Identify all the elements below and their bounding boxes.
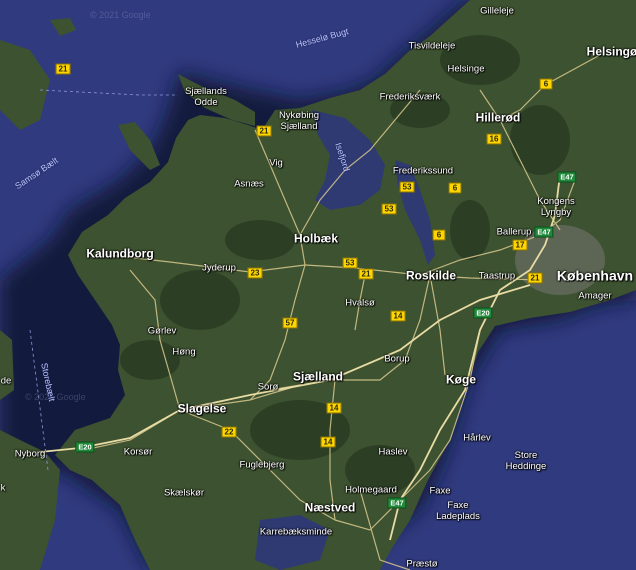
route-shield-21: 21 — [256, 125, 272, 137]
place-koge[interactable]: Køge — [446, 373, 476, 387]
place-faxe[interactable]: Faxe — [429, 486, 450, 497]
eroute-shield-e47: E47 — [557, 171, 577, 183]
route-shield-6: 6 — [448, 182, 462, 194]
land-left-strip — [0, 330, 14, 400]
place-fuglebjerg[interactable]: Fuglebjerg — [240, 460, 285, 471]
place-nyborg[interactable]: Nyborg — [15, 449, 46, 460]
place-hillerod[interactable]: Hillerød — [476, 111, 521, 125]
eroute-shield-e20: E20 — [75, 441, 95, 453]
map-view[interactable]: © 2021 Google © 2021 Google Hesselø Bugt… — [0, 0, 636, 570]
place-jyderup[interactable]: Jyderup — [202, 263, 236, 274]
place-slagelse[interactable]: Slagelse — [178, 402, 227, 416]
route-shield-14: 14 — [320, 436, 336, 448]
eroute-shield-e47: E47 — [534, 226, 554, 238]
place-haslev[interactable]: Haslev — [378, 447, 407, 458]
place-left-edge-de: de — [0, 375, 12, 387]
place-vig[interactable]: Vig — [269, 158, 283, 169]
place-gorlev[interactable]: Gørlev — [148, 326, 177, 337]
place-ballerup[interactable]: Ballerup — [497, 227, 532, 238]
place-taastrup[interactable]: Taastrup — [479, 271, 515, 282]
route-shield-53: 53 — [342, 257, 358, 269]
route-shield-14: 14 — [390, 310, 406, 322]
place-harlev[interactable]: Hårlev — [463, 433, 490, 444]
place-korsor[interactable]: Korsør — [124, 447, 153, 458]
place-gilleleje[interactable]: Gilleleje — [480, 6, 514, 17]
route-shield-6: 6 — [539, 78, 553, 90]
route-shield-21: 21 — [55, 63, 71, 75]
place-asnaes[interactable]: Asnæs — [234, 179, 264, 190]
place-karrebaeksminde[interactable]: Karrebæksminde — [260, 527, 332, 538]
place-hvalso[interactable]: Hvalsø — [345, 298, 375, 309]
route-shield-57: 57 — [282, 317, 298, 329]
place-helsinge[interactable]: Helsinge — [448, 64, 485, 75]
place-helsingor[interactable]: Helsingø — [587, 45, 636, 59]
place-holbaek[interactable]: Holbæk — [294, 232, 338, 246]
place-naestved[interactable]: Næstved — [305, 501, 356, 515]
place-tisvildeleje[interactable]: Tisvildeleje — [409, 41, 456, 52]
place-frederiksvaerk[interactable]: Frederiksværk — [380, 92, 441, 103]
place-sjaelland[interactable]: Sjælland — [293, 370, 343, 384]
place-kongens-lyngby[interactable]: Kongens Lyngby — [537, 196, 575, 218]
eroute-shield-e20: E20 — [473, 307, 493, 319]
route-shield-22: 22 — [221, 426, 237, 438]
place-store-heddinge[interactable]: Store Heddinge — [506, 450, 547, 472]
place-praesto[interactable]: Præstø — [406, 559, 437, 570]
route-shield-14: 14 — [326, 402, 342, 414]
route-shield-21: 21 — [527, 272, 543, 284]
route-shield-17: 17 — [512, 239, 528, 251]
place-frederikssund[interactable]: Frederikssund — [393, 166, 453, 177]
place-kobenhavn[interactable]: København — [557, 269, 633, 283]
route-shield-23: 23 — [247, 267, 263, 279]
place-left-edge-k: k — [0, 482, 6, 494]
place-amager[interactable]: Amager — [578, 291, 611, 302]
place-soro[interactable]: Sorø — [258, 382, 279, 393]
place-faxe-ladeplads[interactable]: Faxe Ladeplads — [436, 500, 480, 522]
route-shield-16: 16 — [486, 133, 502, 145]
place-sjaellands-odde[interactable]: Sjællands Odde — [185, 86, 227, 108]
place-kalundborg[interactable]: Kalundborg — [86, 247, 153, 261]
place-holmegaard[interactable]: Holmegaard — [345, 485, 397, 496]
place-skaelskor[interactable]: Skælskør — [164, 488, 204, 499]
route-shield-53: 53 — [381, 203, 397, 215]
route-shield-53: 53 — [399, 181, 415, 193]
eroute-shield-e47: E47 — [387, 497, 407, 509]
route-shield-6: 6 — [432, 229, 446, 241]
place-nykobing-sjaelland[interactable]: Nykøbing Sjælland — [279, 110, 319, 132]
place-hong[interactable]: Høng — [172, 347, 195, 358]
place-borup[interactable]: Borup — [384, 354, 409, 365]
place-roskilde[interactable]: Roskilde — [406, 269, 456, 283]
route-shield-21: 21 — [358, 268, 374, 280]
map-copyright: © 2021 Google — [90, 10, 151, 20]
